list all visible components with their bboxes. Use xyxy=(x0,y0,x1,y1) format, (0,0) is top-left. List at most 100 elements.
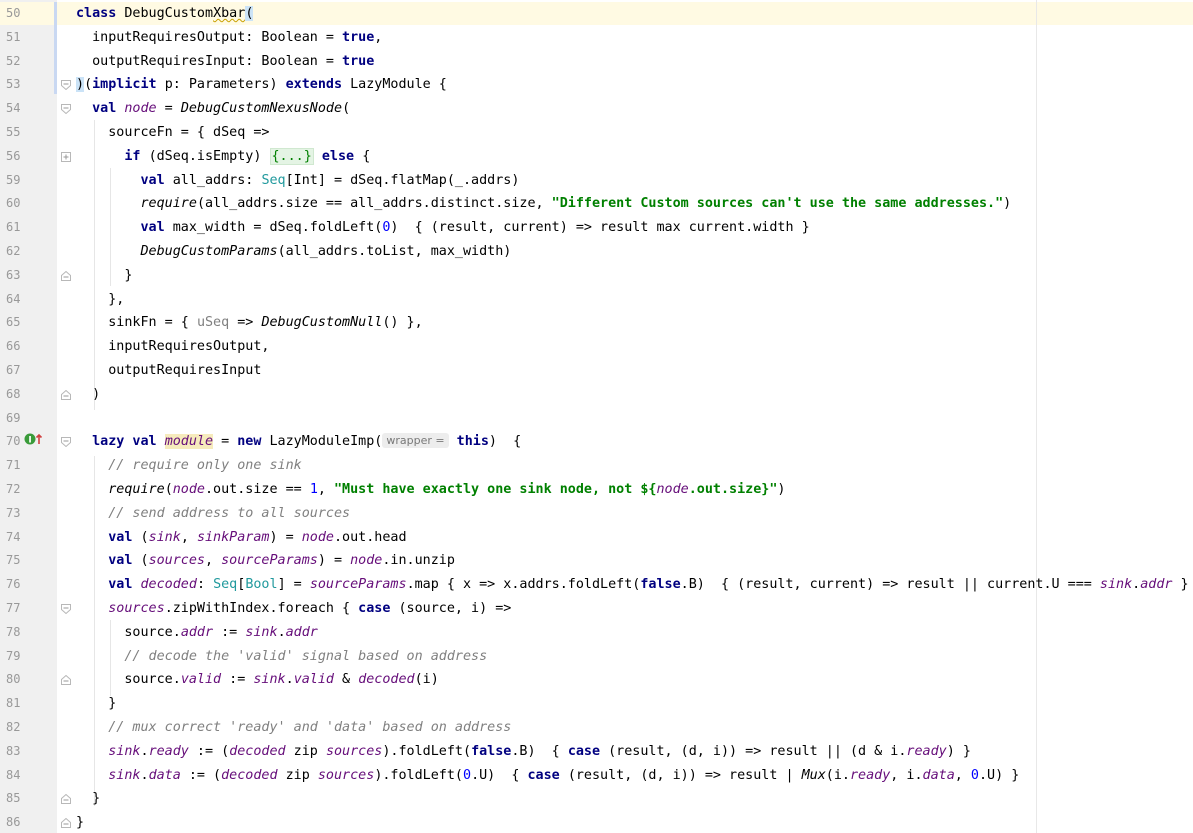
code-line[interactable]: 52 outputRequiresInput: Boolean = true xyxy=(0,50,1193,74)
code-line[interactable]: 86} xyxy=(0,811,1193,833)
code-text[interactable]: sink.data := (decoded zip sources).foldL… xyxy=(76,764,1019,788)
collapse-fold-icon[interactable] xyxy=(61,389,71,400)
code-text[interactable]: } xyxy=(76,787,100,811)
code-line[interactable]: 61 val max_width = dSeq.foldLeft(0) { (r… xyxy=(0,216,1193,240)
code-text[interactable]: sinkFn = { uSeq => DebugCustomNull() }, xyxy=(76,311,422,335)
code-line[interactable]: 65 sinkFn = { uSeq => DebugCustomNull() … xyxy=(0,311,1193,335)
code-line[interactable]: 72 require(node.out.size == 1, "Must hav… xyxy=(0,478,1193,502)
code-text[interactable]: // mux correct 'ready' and 'data' based … xyxy=(76,716,511,740)
code-line[interactable]: 68 ) xyxy=(0,383,1193,407)
code-text[interactable]: source.addr := sink.addr xyxy=(76,621,318,645)
collapse-fold-icon[interactable] xyxy=(61,675,71,686)
code-text[interactable]: outputRequiresInput: Boolean = true xyxy=(76,50,374,74)
code-text[interactable]: DebugCustomParams(all_addrs.toList, max_… xyxy=(76,240,512,264)
code-line[interactable]: 67 outputRequiresInput xyxy=(0,359,1193,383)
code-line[interactable]: 83 sink.ready := (decoded zip sources).f… xyxy=(0,740,1193,764)
code-line[interactable]: 60 require(all_addrs.size == all_addrs.d… xyxy=(0,192,1193,216)
code-line[interactable]: 53)(implicit p: Parameters) extends Lazy… xyxy=(0,73,1193,97)
code-token: decoded xyxy=(221,767,278,783)
code-text[interactable]: } xyxy=(76,692,116,716)
code-line[interactable]: 51 inputRequiresOutput: Boolean = true, xyxy=(0,26,1193,50)
code-text[interactable]: sourceFn = { dSeq => xyxy=(76,121,269,145)
code-line[interactable]: 85 } xyxy=(0,787,1193,811)
code-line[interactable]: 82 // mux correct 'ready' and 'data' bas… xyxy=(0,716,1193,740)
code-text[interactable]: )(implicit p: Parameters) extends LazyMo… xyxy=(76,73,447,97)
code-token: sourceParams xyxy=(309,577,407,593)
code-text[interactable]: sources.zipWithIndex.foreach { case (sou… xyxy=(76,597,511,621)
code-line[interactable]: 59 val all_addrs: Seq[Int] = dSeq.flatMa… xyxy=(0,169,1193,193)
code-line[interactable]: 50 class DebugCustomXbar( xyxy=(0,2,1193,26)
code-text[interactable]: val all_addrs: Seq[Int] = dSeq.flatMap(_… xyxy=(76,169,520,193)
code-line[interactable]: 74 val (sink, sinkParam) = node.out.head xyxy=(0,526,1193,550)
code-text[interactable]: // decode the 'valid' signal based on ad… xyxy=(76,645,487,669)
code-text[interactable]: val node = DebugCustomNexusNode( xyxy=(76,97,350,121)
code-line[interactable]: 66 inputRequiresOutput, xyxy=(0,335,1193,359)
code-line[interactable]: 70 lazy val module = new LazyModuleImp(w… xyxy=(0,430,1193,454)
code-text[interactable]: require(all_addrs.size == all_addrs.dist… xyxy=(76,192,1012,216)
line-number: 70 xyxy=(6,434,21,449)
code-text[interactable]: ) xyxy=(76,383,100,407)
folded-code-region[interactable]: {...} xyxy=(269,147,314,165)
expand-fold-icon[interactable] xyxy=(61,151,71,162)
code-text[interactable]: lazy val module = new LazyModuleImp(wrap… xyxy=(76,430,521,454)
code-line[interactable]: 77 sources.zipWithIndex.foreach { case (… xyxy=(0,597,1193,621)
code-token: ) xyxy=(76,386,101,402)
code-line[interactable]: 62 DebugCustomParams(all_addrs.toList, m… xyxy=(0,240,1193,264)
code-line[interactable]: 76 val decoded: Seq[Bool] = sourceParams… xyxy=(0,573,1193,597)
code-line[interactable]: 84 sink.data := (decoded zip sources).fo… xyxy=(0,764,1193,788)
code-line[interactable]: 63 } xyxy=(0,264,1193,288)
code-line[interactable]: 79 // decode the 'valid' signal based on… xyxy=(0,645,1193,669)
line-number: 80 xyxy=(6,672,21,687)
code-line[interactable]: 81 } xyxy=(0,692,1193,716)
code-line[interactable]: 78 source.addr := sink.addr xyxy=(0,621,1193,645)
code-editor[interactable]: I 50 class DebugCustomXbar(51 inputRequir… xyxy=(0,0,1193,833)
code-line[interactable]: 73 // send address to all sources xyxy=(0,502,1193,526)
code-text[interactable]: val (sources, sourceParams) = node.in.un… xyxy=(76,549,455,573)
code-text[interactable]: sink.ready := (decoded zip sources).fold… xyxy=(76,740,971,764)
code-line[interactable]: 55 sourceFn = { dSeq => xyxy=(0,121,1193,145)
code-token: = xyxy=(156,101,181,117)
code-text[interactable]: require(node.out.size == 1, "Must have e… xyxy=(76,478,785,502)
code-text[interactable]: val decoded: Seq[Bool] = sourceParams.ma… xyxy=(76,573,1193,597)
collapse-fold-icon[interactable] xyxy=(61,270,71,281)
collapse-fold-icon[interactable] xyxy=(61,437,71,448)
code-text[interactable]: val (sink, sinkParam) = node.out.head xyxy=(76,526,406,550)
code-line[interactable]: 69 xyxy=(0,407,1193,431)
code-line[interactable]: 54 val node = DebugCustomNexusNode( xyxy=(0,97,1193,121)
line-number: 78 xyxy=(6,624,21,639)
code-text[interactable]: outputRequiresInput xyxy=(76,359,261,383)
code-text[interactable]: } xyxy=(76,264,132,288)
code-text[interactable]: inputRequiresOutput, xyxy=(76,335,269,359)
collapse-fold-icon[interactable] xyxy=(61,818,71,829)
code-text[interactable]: } xyxy=(76,811,84,833)
code-token: 0 xyxy=(463,767,472,783)
code-text[interactable]: // send address to all sources xyxy=(76,502,350,526)
code-text[interactable]: }, xyxy=(76,288,124,312)
code-line[interactable]: 71 // require only one sink xyxy=(0,454,1193,478)
line-number: 65 xyxy=(6,315,21,330)
code-token: (i. xyxy=(825,767,850,783)
collapse-fold-icon[interactable] xyxy=(61,80,71,91)
collapse-fold-icon[interactable] xyxy=(61,794,71,805)
code-token: sink xyxy=(1099,577,1133,593)
code-text[interactable]: class DebugCustomXbar( xyxy=(76,2,254,26)
code-text[interactable]: source.valid := sink.valid & decoded(i) xyxy=(76,668,438,692)
collapse-fold-icon[interactable] xyxy=(61,604,71,614)
code-text[interactable]: // require only one sink xyxy=(76,454,301,478)
code-token: } xyxy=(76,791,101,807)
code-line[interactable]: 56 if (dSeq.isEmpty) {...} else { xyxy=(0,145,1193,169)
code-text[interactable]: val max_width = dSeq.foldLeft(0) { (resu… xyxy=(76,216,810,240)
code-line[interactable]: 75 val (sources, sourceParams) = node.in… xyxy=(0,549,1193,573)
code-token: sources xyxy=(317,767,375,783)
code-line[interactable]: 64 }, xyxy=(0,288,1193,312)
code-line[interactable]: 80 source.valid := sink.valid & decoded(… xyxy=(0,668,1193,692)
code-text[interactable]: if (dSeq.isEmpty) {...} else { xyxy=(76,145,370,169)
collapse-fold-icon[interactable] xyxy=(61,104,71,115)
code-text[interactable]: inputRequiresOutput: Boolean = true, xyxy=(76,26,382,50)
